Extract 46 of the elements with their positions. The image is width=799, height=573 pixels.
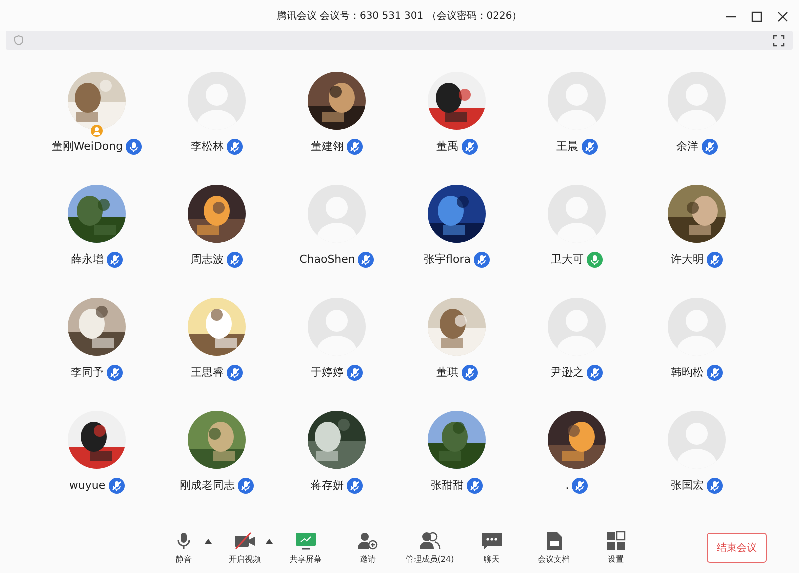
- participant-name: 王思睿: [191, 365, 224, 380]
- participant-name: 李同予: [71, 365, 104, 380]
- screen-share-icon: [295, 531, 317, 552]
- toolbar-button[interactable]: 聊天: [463, 531, 521, 566]
- toolbar-button[interactable]: 邀请: [339, 531, 397, 566]
- toolbar-button[interactable]: 开启视频: [216, 531, 274, 566]
- people-icon: [418, 531, 442, 552]
- close-icon[interactable]: [777, 11, 789, 23]
- participant-name: 董禹: [436, 139, 458, 154]
- add-person-icon: [357, 531, 379, 552]
- participant-name: 张甜甜: [431, 478, 464, 494]
- end-meeting-button[interactable]: 结束会议: [707, 533, 767, 564]
- participant-name: 薛永增: [71, 252, 104, 268]
- participant-name: 董建翎: [311, 139, 344, 154]
- toolbar-button[interactable]: 共享屏幕: [277, 531, 335, 566]
- participant-name: 张国宏: [671, 478, 704, 494]
- participant-name: .: [566, 479, 570, 492]
- participant-name: 许大明: [671, 252, 704, 268]
- participant-name: 李松林: [191, 139, 224, 154]
- participant-name: 刚成老同志: [180, 478, 235, 494]
- toolbar-button[interactable]: 静音: [155, 531, 213, 566]
- participant-name: 卫大可: [551, 252, 584, 268]
- toolbar-button[interactable]: 会议文档: [525, 531, 583, 566]
- participant-name: 周志波: [191, 252, 224, 268]
- participant-name: 张宇flora: [424, 252, 471, 268]
- toolbar-button[interactable]: 设置: [587, 531, 645, 566]
- fullscreen-icon[interactable]: [773, 34, 785, 47]
- participant-name: 韩昀松: [671, 365, 704, 380]
- participant-name: 董琪: [436, 365, 458, 380]
- participant-name: 王晨: [556, 139, 578, 154]
- participant-name: 尹逊之: [551, 365, 584, 380]
- participant-name: 余洋: [676, 139, 698, 154]
- grid-icon: [606, 531, 626, 552]
- document-icon: [545, 531, 563, 552]
- participant-name: 董刚WeiDong: [52, 139, 124, 154]
- participant-name: ChaoShen: [300, 253, 356, 266]
- participant-name: 蒋存妍: [311, 478, 344, 494]
- caret-icon[interactable]: [266, 539, 273, 544]
- maximize-icon[interactable]: [751, 11, 763, 23]
- camera-off-icon: [234, 531, 256, 552]
- window-title: 腾讯会议 会议号：630 531 301 （会议密码：0226）: [276, 10, 522, 23]
- participant-name: wuyue: [69, 479, 106, 492]
- chat-icon: [481, 531, 503, 552]
- toolbar-button[interactable]: 管理成员(24): [401, 531, 459, 566]
- caret-icon[interactable]: [205, 539, 212, 544]
- participant-name: 于婷婷: [311, 365, 344, 380]
